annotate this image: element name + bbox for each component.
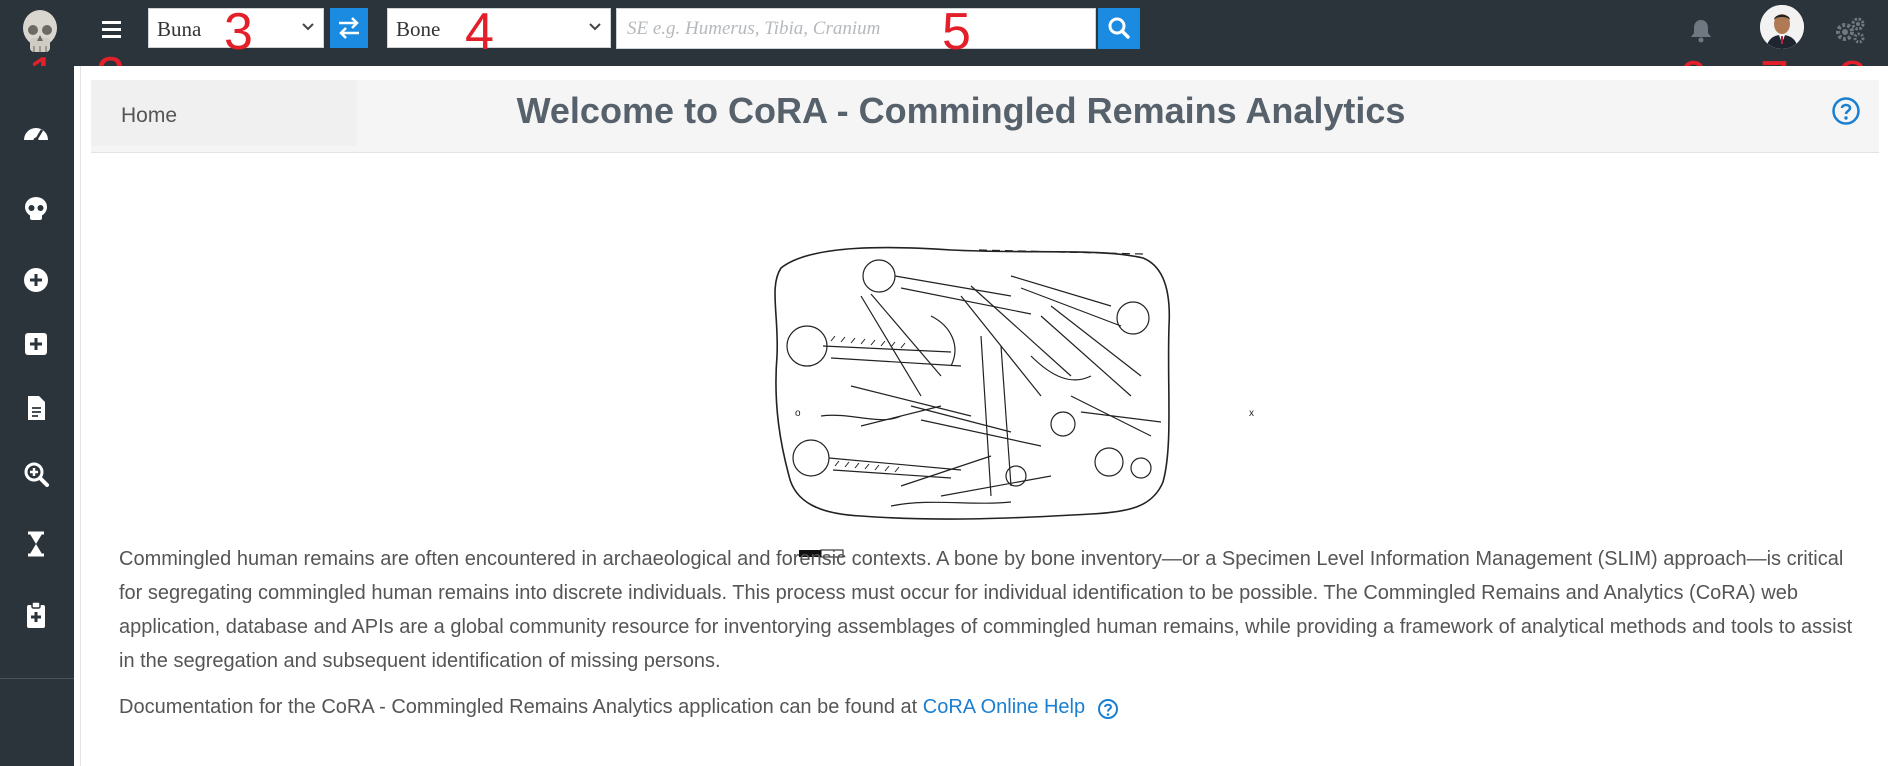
hourglass-icon [28,531,44,557]
sidebar-item-add[interactable] [10,258,60,298]
document-icon [28,396,45,420]
skull-icon[interactable] [18,8,62,56]
plus-square-icon [25,333,47,355]
avatar[interactable] [1760,5,1804,49]
sidebar-divider [0,678,74,679]
breadcrumb-home-link[interactable]: Home [121,104,177,128]
sidebar-item-dashboard[interactable] [10,112,60,152]
online-help-link[interactable]: CoRA Online Help [923,696,1085,718]
svg-text:x: x [1249,408,1254,419]
question-circle-icon[interactable] [1831,96,1861,126]
question-circle-icon[interactable] [1097,697,1119,719]
burial-drawing-image: o x [711,176,1271,576]
bell-icon[interactable] [1688,16,1714,44]
clipboard-plus-icon [27,601,45,628]
chevron-down-icon [589,23,601,31]
gears-icon[interactable] [1832,14,1868,46]
project-select[interactable]: Buna [148,8,324,48]
search-input[interactable] [616,8,1096,49]
type-select-value: Bone [396,17,441,41]
intro-paragraph: Commingled human remains are often encou… [119,548,1853,672]
skull-icon [25,197,47,220]
search-button[interactable] [1098,8,1140,49]
sidebar-item-history[interactable] [10,522,60,562]
plus-circle-icon [24,268,48,292]
search-icon [1108,17,1130,39]
type-select[interactable]: Bone [387,8,611,48]
project-select-value: Buna [157,17,202,41]
sidebar-item-search[interactable] [10,452,60,492]
page-title: Welcome to CoRA - Commingled Remains Ana… [516,90,1406,131]
breadcrumb: Home [91,80,357,146]
sidebar-item-reports[interactable] [10,386,60,426]
sidebar-item-tasks[interactable] [10,592,60,632]
zoom-in-icon [24,462,49,487]
sidebar-item-new-record[interactable] [10,322,60,362]
swap-button[interactable] [330,8,368,48]
sidebar [0,66,74,766]
page-header: Home Welcome to CoRA - Commingled Remain… [91,80,1879,153]
dashboard-gauge-icon [24,128,48,143]
documentation-text: Documentation for the CoRA - Commingled … [119,696,918,718]
main-content: Home Welcome to CoRA - Commingled Remain… [80,66,1888,766]
swap-arrows-icon [339,17,359,39]
documentation-line: Documentation for the CoRA - Commingled … [119,690,1119,724]
chevron-down-icon [302,23,314,31]
top-navigation-bar: Buna Bone [0,0,1888,66]
sidebar-item-remains[interactable] [10,188,60,228]
svg-text:o: o [795,408,801,419]
hamburger-menu-icon[interactable] [96,14,128,46]
